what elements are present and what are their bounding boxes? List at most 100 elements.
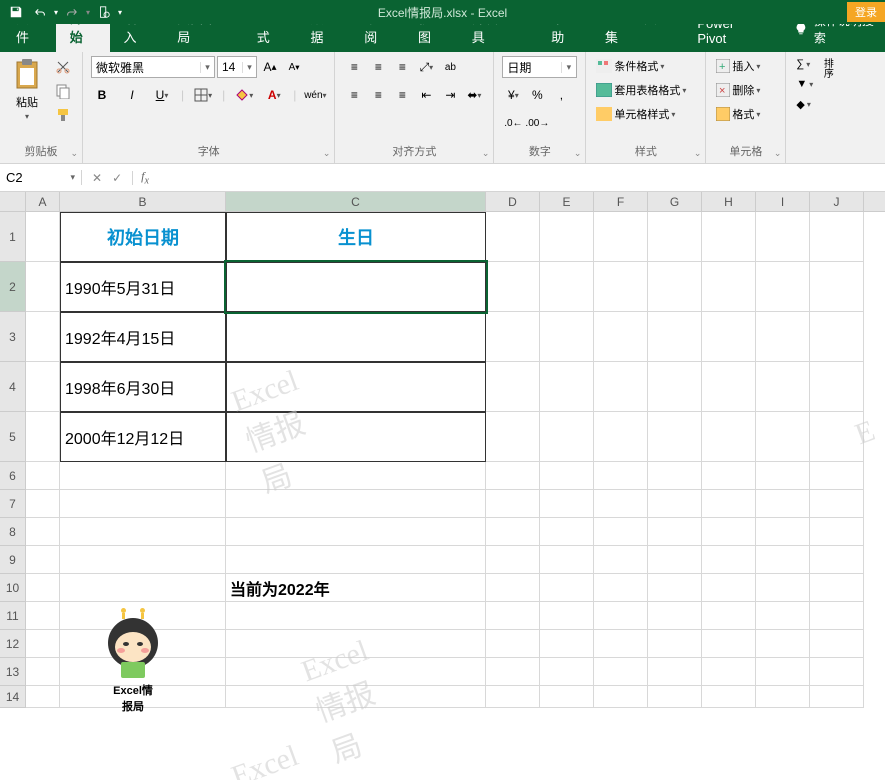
name-box-dropdown[interactable]: ▾ <box>70 172 75 183</box>
cell-C3[interactable] <box>226 312 486 362</box>
phonetic-button[interactable]: wén▾ <box>304 84 326 106</box>
merge-button[interactable]: ⬌▾ <box>463 84 485 106</box>
wrap-text-button[interactable]: ab <box>439 56 461 78</box>
cell-B5[interactable]: 2000年12月12日 <box>60 412 226 462</box>
row-header-3[interactable]: 3 <box>0 312 25 362</box>
row-header-10[interactable]: 10 <box>0 574 25 602</box>
table-format-button[interactable]: 套用表格格式▾ <box>594 80 697 100</box>
col-header-E[interactable]: E <box>540 192 594 211</box>
name-box[interactable]: ▾ <box>0 170 82 185</box>
cell-C5[interactable] <box>226 412 486 462</box>
cell-B3[interactable]: 1992年4月15日 <box>60 312 226 362</box>
conditional-format-button[interactable]: 条件格式▾ <box>594 56 697 76</box>
row-header-1[interactable]: 1 <box>0 212 25 262</box>
col-header-A[interactable]: A <box>26 192 60 211</box>
format-cells-button[interactable]: 格式▾ <box>714 104 777 124</box>
col-header-H[interactable]: H <box>702 192 756 211</box>
font-color-button[interactable]: A▾ <box>263 84 285 106</box>
paste-button[interactable]: 粘贴 ▾ <box>8 56 46 123</box>
font-size-input[interactable] <box>218 60 242 74</box>
clear-button[interactable]: ◆▾ <box>794 96 828 113</box>
avatar-image[interactable]: Excel情报局 <box>108 618 158 714</box>
fill-color-button[interactable]: ▾ <box>233 84 255 106</box>
name-box-input[interactable] <box>6 170 62 185</box>
currency-button[interactable]: ¥▾ <box>502 84 524 106</box>
cell-B4[interactable]: 1998年6月30日 <box>60 362 226 412</box>
row-header-9[interactable]: 9 <box>0 546 25 574</box>
borders-button[interactable]: ▾ <box>192 84 214 106</box>
select-all-corner[interactable] <box>0 192 26 211</box>
increase-decimal-button[interactable]: .0← <box>502 112 524 134</box>
row-header-7[interactable]: 7 <box>0 490 25 518</box>
enter-formula-button[interactable]: ✓ <box>112 171 122 185</box>
format-painter-button[interactable] <box>52 104 74 126</box>
number-format-combo[interactable]: ▾ <box>502 56 577 78</box>
row-header-11[interactable]: 11 <box>0 602 25 630</box>
increase-font-button[interactable]: A▴ <box>259 56 281 78</box>
col-header-J[interactable]: J <box>810 192 864 211</box>
undo-dropdown[interactable]: ▾ <box>54 8 58 17</box>
font-name-dropdown[interactable]: ▾ <box>200 62 214 73</box>
row-header-8[interactable]: 8 <box>0 518 25 546</box>
number-format-dropdown[interactable]: ▾ <box>561 62 575 73</box>
col-header-G[interactable]: G <box>648 192 702 211</box>
row-header-6[interactable]: 6 <box>0 462 25 490</box>
delete-cells-button[interactable]: ×删除▾ <box>714 80 777 100</box>
row-header-4[interactable]: 4 <box>0 362 25 412</box>
underline-button[interactable]: U▾ <box>151 84 173 106</box>
row-header-13[interactable]: 13 <box>0 658 25 686</box>
print-preview-icon[interactable] <box>94 2 114 22</box>
save-icon[interactable] <box>6 2 26 22</box>
font-name-input[interactable] <box>92 60 200 74</box>
col-header-C[interactable]: C <box>226 192 486 211</box>
insert-cells-button[interactable]: +插入▾ <box>714 56 777 76</box>
cell-styles-button[interactable]: 单元格样式▾ <box>594 104 697 124</box>
cancel-formula-button[interactable]: ✕ <box>92 171 102 185</box>
col-header-F[interactable]: F <box>594 192 648 211</box>
redo-icon[interactable] <box>62 2 82 22</box>
cell-B1[interactable]: 初始日期 <box>60 212 226 262</box>
align-top-button[interactable]: ≡ <box>343 56 365 78</box>
cell-C4[interactable] <box>226 362 486 412</box>
row-header-5[interactable]: 5 <box>0 412 25 462</box>
row-header-2[interactable]: 2 <box>0 262 25 312</box>
italic-button[interactable]: I <box>121 84 143 106</box>
row-header-14[interactable]: 14 <box>0 686 25 708</box>
cell-C9-note[interactable]: 当前为2022年 <box>226 574 486 602</box>
cell-B2[interactable]: 1990年5月31日 <box>60 262 226 312</box>
orientation-button[interactable]: ⤢▾ <box>415 56 437 78</box>
align-bottom-button[interactable]: ≡ <box>391 56 413 78</box>
copy-button[interactable] <box>52 80 74 102</box>
paste-dropdown[interactable]: ▾ <box>25 112 29 121</box>
number-format-input[interactable] <box>503 60 561 74</box>
avatar-label: Excel情报局 <box>108 682 158 714</box>
font-name-combo[interactable]: ▾ <box>91 56 215 78</box>
cell-C2[interactable] <box>226 262 486 312</box>
align-right-button[interactable]: ≡ <box>391 84 413 106</box>
col-header-I[interactable]: I <box>756 192 810 211</box>
formula-input[interactable] <box>157 170 885 185</box>
redo-dropdown[interactable]: ▾ <box>86 8 90 17</box>
font-size-dropdown[interactable]: ▾ <box>242 62 256 73</box>
align-left-button[interactable]: ≡ <box>343 84 365 106</box>
decrease-decimal-button[interactable]: .00→ <box>526 112 548 134</box>
login-button[interactable]: 登录 <box>847 2 885 22</box>
qat-customize[interactable]: ▾ <box>118 8 122 17</box>
undo-icon[interactable] <box>30 2 50 22</box>
row-header-12[interactable]: 12 <box>0 630 25 658</box>
font-size-combo[interactable]: ▾ <box>217 56 257 78</box>
decrease-indent-button[interactable]: ⇤ <box>415 84 437 106</box>
cut-button[interactable] <box>52 56 74 78</box>
align-center-button[interactable]: ≡ <box>367 84 389 106</box>
fx-icon[interactable]: fx <box>133 169 157 186</box>
sort-filter-button[interactable]: 排序 <box>815 56 838 80</box>
align-middle-button[interactable]: ≡ <box>367 56 389 78</box>
bold-button[interactable]: B <box>91 84 113 106</box>
col-header-B[interactable]: B <box>60 192 226 211</box>
percent-button[interactable]: % <box>526 84 548 106</box>
decrease-font-button[interactable]: A▾ <box>283 56 305 78</box>
increase-indent-button[interactable]: ⇥ <box>439 84 461 106</box>
comma-button[interactable]: , <box>550 84 572 106</box>
cell-C1[interactable]: 生日 <box>226 212 486 262</box>
col-header-D[interactable]: D <box>486 192 540 211</box>
